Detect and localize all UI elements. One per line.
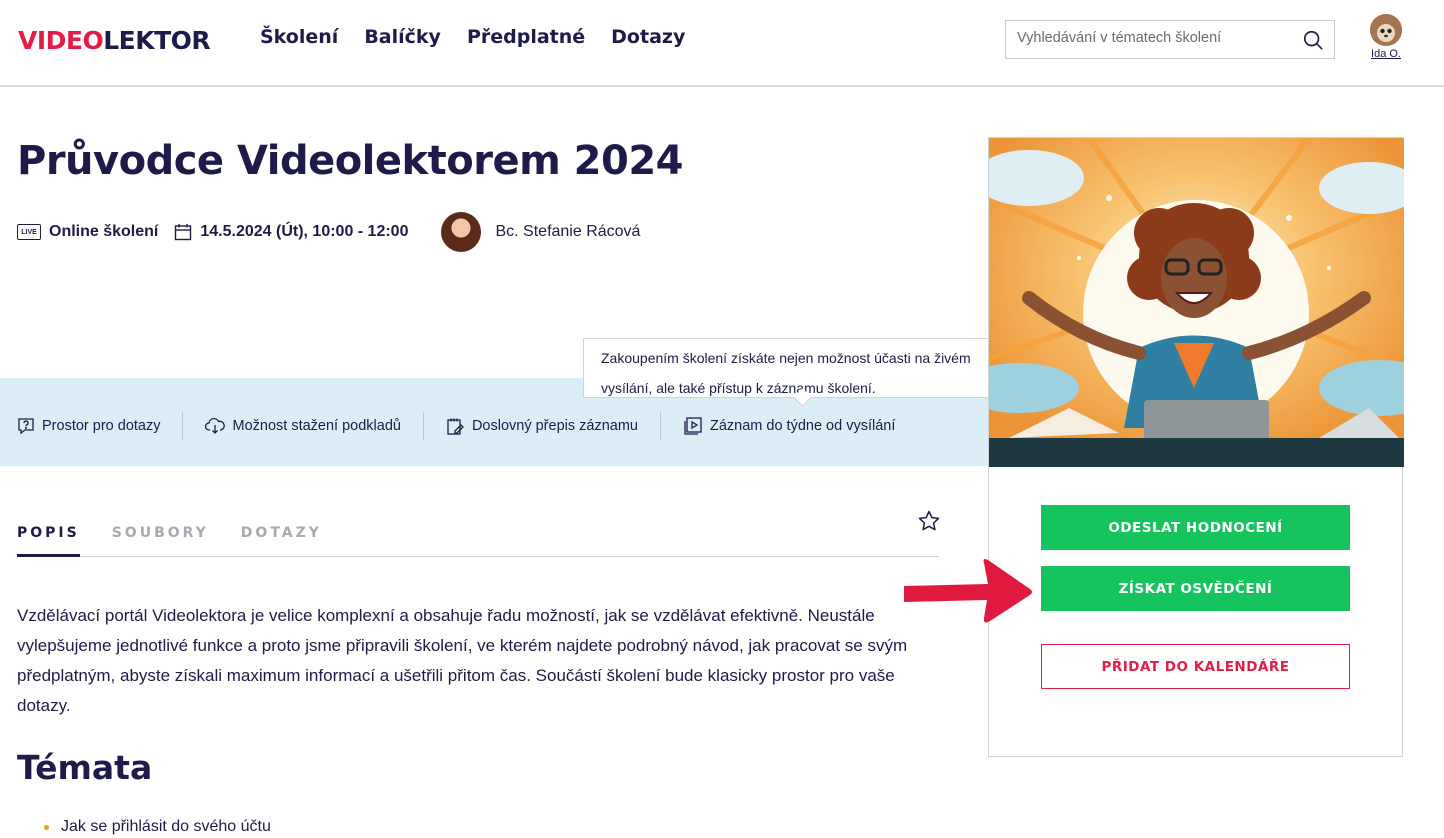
topics-list: Jak se přihlásit do svého účtu (44, 815, 271, 838)
search-box (1005, 20, 1335, 59)
lector-name[interactable]: Bc. Stefanie Rácová (495, 223, 640, 241)
nav-dotazy[interactable]: Dotazy (611, 26, 685, 48)
main-nav: Školení Balíčky Předplatné Dotazy (260, 26, 685, 48)
transcript-icon (447, 418, 464, 435)
feature-list: Prostor pro dotazy Možnost stažení podkl… (17, 412, 895, 440)
feature-label: Doslovný přepis záznamu (471, 418, 638, 434)
search-icon[interactable] (1302, 29, 1324, 51)
feature-label: Záznam do týdne od vysílání (709, 418, 896, 434)
course-type: LIVE Online školení (17, 223, 158, 241)
course-datetime: 14.5.2024 (Út), 10:00 - 12:00 (174, 223, 408, 241)
recording-tooltip: Zakoupením školení získáte nejen možnost… (583, 338, 1024, 398)
feature-transcript: Doslovný přepis záznamu (446, 417, 638, 436)
star-icon[interactable] (917, 509, 941, 533)
feature-label: Prostor pro dotazy (42, 418, 161, 434)
divider (422, 412, 424, 440)
course-datetime-label: 14.5.2024 (Út), 10:00 - 12:00 (200, 223, 409, 240)
tab-popis[interactable]: POPIS (17, 520, 80, 557)
annotation-arrow-icon (904, 559, 1032, 623)
question-icon (18, 418, 34, 435)
content-tabs: POPIS SOUBORY DOTAZY (17, 520, 939, 557)
divider (659, 412, 661, 440)
course-meta: LIVE Online školení 14.5.2024 (Út), 10:0… (17, 212, 640, 252)
tab-dotazy[interactable]: DOTAZY (241, 520, 322, 557)
feature-download: Možnost stažení podkladů (205, 417, 401, 435)
course-hero-image (989, 138, 1404, 467)
page-title: Průvodce Videolektorem 2024 (17, 138, 684, 184)
live-icon: LIVE (17, 224, 41, 240)
course-description: Vzdělávací portál Videolektora je velice… (17, 606, 908, 715)
logo-part-video: VIDEO (18, 26, 104, 55)
user-menu[interactable]: Ida O. (1366, 14, 1406, 60)
logo-part-lektor: LEKTOR (103, 26, 211, 55)
cloud-download-icon (205, 417, 226, 434)
lector-avatar (441, 212, 482, 252)
videolektor-logo[interactable]: VIDEOLEKTOR (18, 26, 211, 55)
search-input[interactable] (1017, 30, 1297, 46)
user-name[interactable]: Ida O. (1366, 48, 1406, 60)
tab-soubory[interactable]: SOUBORY (112, 520, 209, 557)
nav-balicky[interactable]: Balíčky (364, 26, 441, 48)
nav-predplatne[interactable]: Předplatné (467, 26, 585, 48)
site-header: VIDEOLEKTOR Školení Balíčky Předplatné D… (0, 0, 1444, 87)
video-recording-icon (684, 417, 702, 435)
calendar-icon (175, 224, 192, 241)
course-lector[interactable]: Bc. Stefanie Rácová (441, 212, 640, 252)
course-side-panel: ODESLAT HODNOCENÍ ZÍSKAT OSVĚDČENÍ PŘIDA… (988, 137, 1404, 757)
feature-recording: Záznam do týdne od vysílání (683, 416, 895, 436)
submit-rating-button[interactable]: ODESLAT HODNOCENÍ (1041, 505, 1350, 550)
add-to-calendar-button[interactable]: PŘIDAT DO KALENDÁŘE (1041, 644, 1350, 689)
topics-heading: Témata (17, 748, 153, 787)
avatar (1370, 14, 1402, 46)
feature-label: Možnost stažení podkladů (232, 418, 401, 434)
nav-skoleni[interactable]: Školení (260, 26, 338, 48)
divider (182, 412, 184, 440)
course-type-label: Online školení (49, 223, 159, 240)
get-certificate-button[interactable]: ZÍSKAT OSVĚDČENÍ (1041, 566, 1350, 611)
feature-questions: Prostor pro dotazy (17, 417, 160, 435)
list-item: Jak se přihlásit do svého účtu (44, 815, 271, 838)
